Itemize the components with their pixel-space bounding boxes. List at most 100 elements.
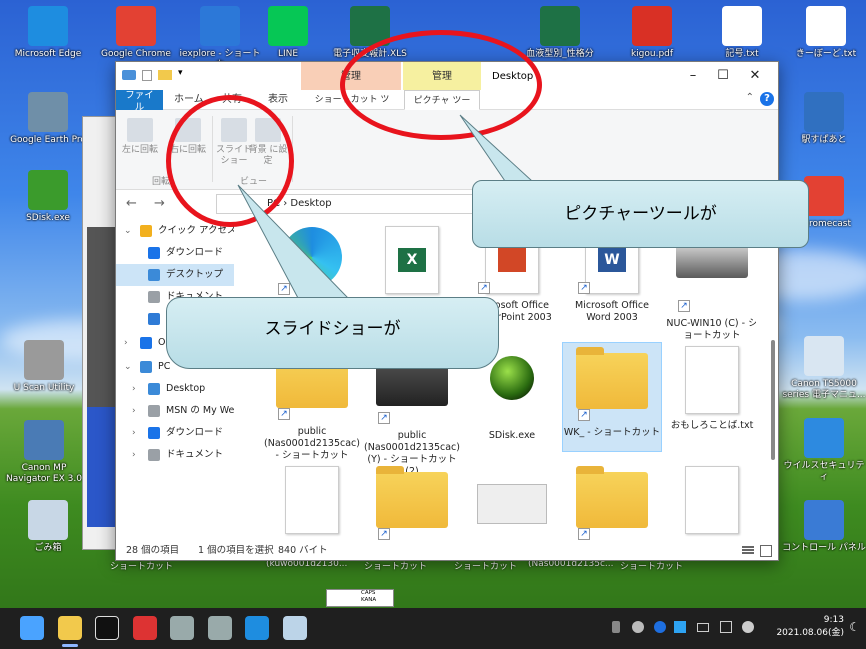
moon-icon[interactable]: ☾ xyxy=(849,620,860,634)
desktop-icon-item[interactable]: ごみ箱 xyxy=(6,500,90,554)
settings-icon[interactable] xyxy=(170,616,194,640)
desktop-icon-item[interactable]: 記号.txt xyxy=(700,6,784,60)
navigation-pane: ⌄クイック アクセスダウンロードデスクトップドキュメントピクチャ›OneDriv… xyxy=(116,218,234,548)
nav-item[interactable]: › ドキュメント xyxy=(116,444,234,466)
caps-label: CAPS xyxy=(361,590,376,596)
network-icon[interactable] xyxy=(742,621,754,633)
manual-icon xyxy=(804,336,844,376)
box-icon[interactable] xyxy=(282,616,307,640)
compass-icon[interactable] xyxy=(132,616,157,640)
chevron-down-icon[interactable]: ⌄ xyxy=(124,356,132,378)
clock-time: 9:13 xyxy=(823,615,844,625)
excel-file-icon xyxy=(540,6,580,46)
file-item[interactable] xyxy=(262,462,362,546)
desktop-icon-item[interactable]: Canon MP Navigator EX 3.0 xyxy=(2,420,86,485)
desktop-icon-item[interactable]: Canon TS5000 series 電子マニュ... xyxy=(782,336,866,401)
close-button[interactable]: ✕ xyxy=(740,66,770,86)
scrollbar-thumb[interactable] xyxy=(771,340,775,460)
desktop-icon-item[interactable]: 駅すぱあと xyxy=(782,92,866,146)
desktop-icon-label: 駅すぱあと xyxy=(801,135,847,145)
canon-icon xyxy=(24,420,64,460)
desktop-icon-item[interactable]: Google Earth Pro xyxy=(6,92,90,146)
file-item[interactable]: ↗ xyxy=(362,462,462,546)
file-label: NUC-WIN10 (C) - ショートカット xyxy=(666,318,756,341)
shield-icon[interactable] xyxy=(674,621,686,633)
keyboard-icon[interactable] xyxy=(697,623,709,632)
rotate-left-button[interactable]: 左に回転 xyxy=(120,118,160,156)
document-icon xyxy=(672,466,752,536)
settings-alt-icon[interactable] xyxy=(207,616,232,640)
file-item[interactable]: ↗ WK_ - ショートカット xyxy=(562,342,662,452)
desktop-icon-item[interactable]: Microsoft Edge xyxy=(6,6,90,60)
rotate-left-icon xyxy=(127,118,153,142)
file-item[interactable]: おもしろことば.txt xyxy=(662,342,756,452)
desktop-icon-item[interactable]: U Scan Utility xyxy=(2,340,86,394)
desktop-icon-item[interactable]: Google Chrome xyxy=(94,6,178,60)
desktop-icon-label: きーぼーど.txt xyxy=(795,49,857,59)
nav-item[interactable]: デスクトップ xyxy=(116,264,234,286)
maximize-button[interactable]: ☐ xyxy=(708,66,738,86)
line-icon xyxy=(268,6,308,46)
chevron-up-icon[interactable] xyxy=(632,621,644,633)
desktop-icon-label: kigou.pdf xyxy=(630,49,674,59)
usb-icon[interactable] xyxy=(612,621,620,633)
file-item[interactable] xyxy=(462,462,562,546)
chevron-right-icon[interactable]: › xyxy=(132,444,136,466)
shortcut-arrow-icon: ↗ xyxy=(578,282,590,294)
screenshot-icon xyxy=(472,484,552,546)
clock-date: 2021.08.06(金) xyxy=(776,628,844,638)
desktop-icon-label: LINE xyxy=(277,49,299,59)
desktop-icon-item[interactable]: kigou.pdf xyxy=(610,6,694,60)
desktop-icon-item[interactable]: ウイルスセキュリティ xyxy=(782,418,866,483)
file-item[interactable] xyxy=(662,462,756,546)
shortcut-arrow-icon: ↗ xyxy=(578,409,590,421)
qat-dropdown-icon[interactable]: ▾ xyxy=(178,68,186,82)
nav-item[interactable]: › ダウンロード xyxy=(116,422,234,444)
large-icons-view-icon[interactable] xyxy=(760,545,772,557)
chevron-down-icon[interactable]: ⌄ xyxy=(124,220,132,242)
chevron-right-icon[interactable]: › xyxy=(132,378,136,400)
callout-picture-tools: ピクチャーツールが xyxy=(472,180,809,248)
chevron-right-icon[interactable]: › xyxy=(132,400,136,422)
document-icon xyxy=(148,449,160,461)
file-explorer-icon[interactable] xyxy=(57,616,82,640)
terminal-icon[interactable] xyxy=(95,616,119,640)
desktop-icon-item[interactable]: きーぼーど.txt xyxy=(784,6,866,60)
nav-item[interactable]: › Desktop xyxy=(116,378,234,400)
desktop-icon-label: SDisk.exe xyxy=(26,213,70,223)
tab-file[interactable]: ファイル xyxy=(116,90,163,113)
desktop-icon-item[interactable]: 血液型別_性格分 xyxy=(518,6,602,60)
bluetooth-icon[interactable] xyxy=(654,621,666,633)
nav-item[interactable]: ダウンロード xyxy=(116,242,234,264)
help-icon[interactable]: ? xyxy=(760,92,774,106)
ime-indicator: CAPS KANA xyxy=(326,589,394,607)
desktop-icon-item[interactable]: SDisk.exe xyxy=(6,170,90,224)
minimize-button[interactable]: – xyxy=(678,66,708,86)
file-item[interactable]: ↗ xyxy=(562,462,662,546)
nav-item[interactable]: › MSN の My We xyxy=(116,400,234,422)
desktop-icon-label: 記号.txt xyxy=(725,49,759,59)
desktop-icon-item[interactable]: コントロール パネル xyxy=(782,500,866,554)
chrome-icon xyxy=(804,176,844,216)
ie-icon xyxy=(200,6,240,46)
new-folder-icon[interactable] xyxy=(158,70,172,80)
forward-arrow-icon[interactable]: → xyxy=(154,196,165,211)
start-icon[interactable] xyxy=(20,616,44,640)
clock[interactable]: 9:13 2021.08.06(金) xyxy=(776,614,844,640)
selection-count: 1 個の項目を選択 xyxy=(198,545,274,556)
back-arrow-icon[interactable]: ← xyxy=(126,196,137,211)
chevron-right-icon[interactable]: › xyxy=(132,422,136,444)
nav-item-label: PC xyxy=(158,361,171,372)
desktop-icon-label: Google Chrome xyxy=(101,49,171,59)
collapse-ribbon-icon[interactable]: ⌃ xyxy=(746,92,754,103)
vertical-scrollbar[interactable] xyxy=(770,230,776,520)
desktop-icon-label: Microsoft Edge xyxy=(14,49,82,59)
active-app-indicator xyxy=(62,644,78,647)
display-icon[interactable] xyxy=(720,621,732,633)
nav-item-label: MSN の My We xyxy=(166,405,234,416)
details-view-icon[interactable] xyxy=(742,545,754,557)
desktop-icon-item[interactable]: LINE xyxy=(246,6,330,60)
edge-icon[interactable] xyxy=(245,616,269,640)
chevron-right-icon[interactable]: › xyxy=(124,332,128,354)
properties-icon[interactable] xyxy=(142,69,152,81)
